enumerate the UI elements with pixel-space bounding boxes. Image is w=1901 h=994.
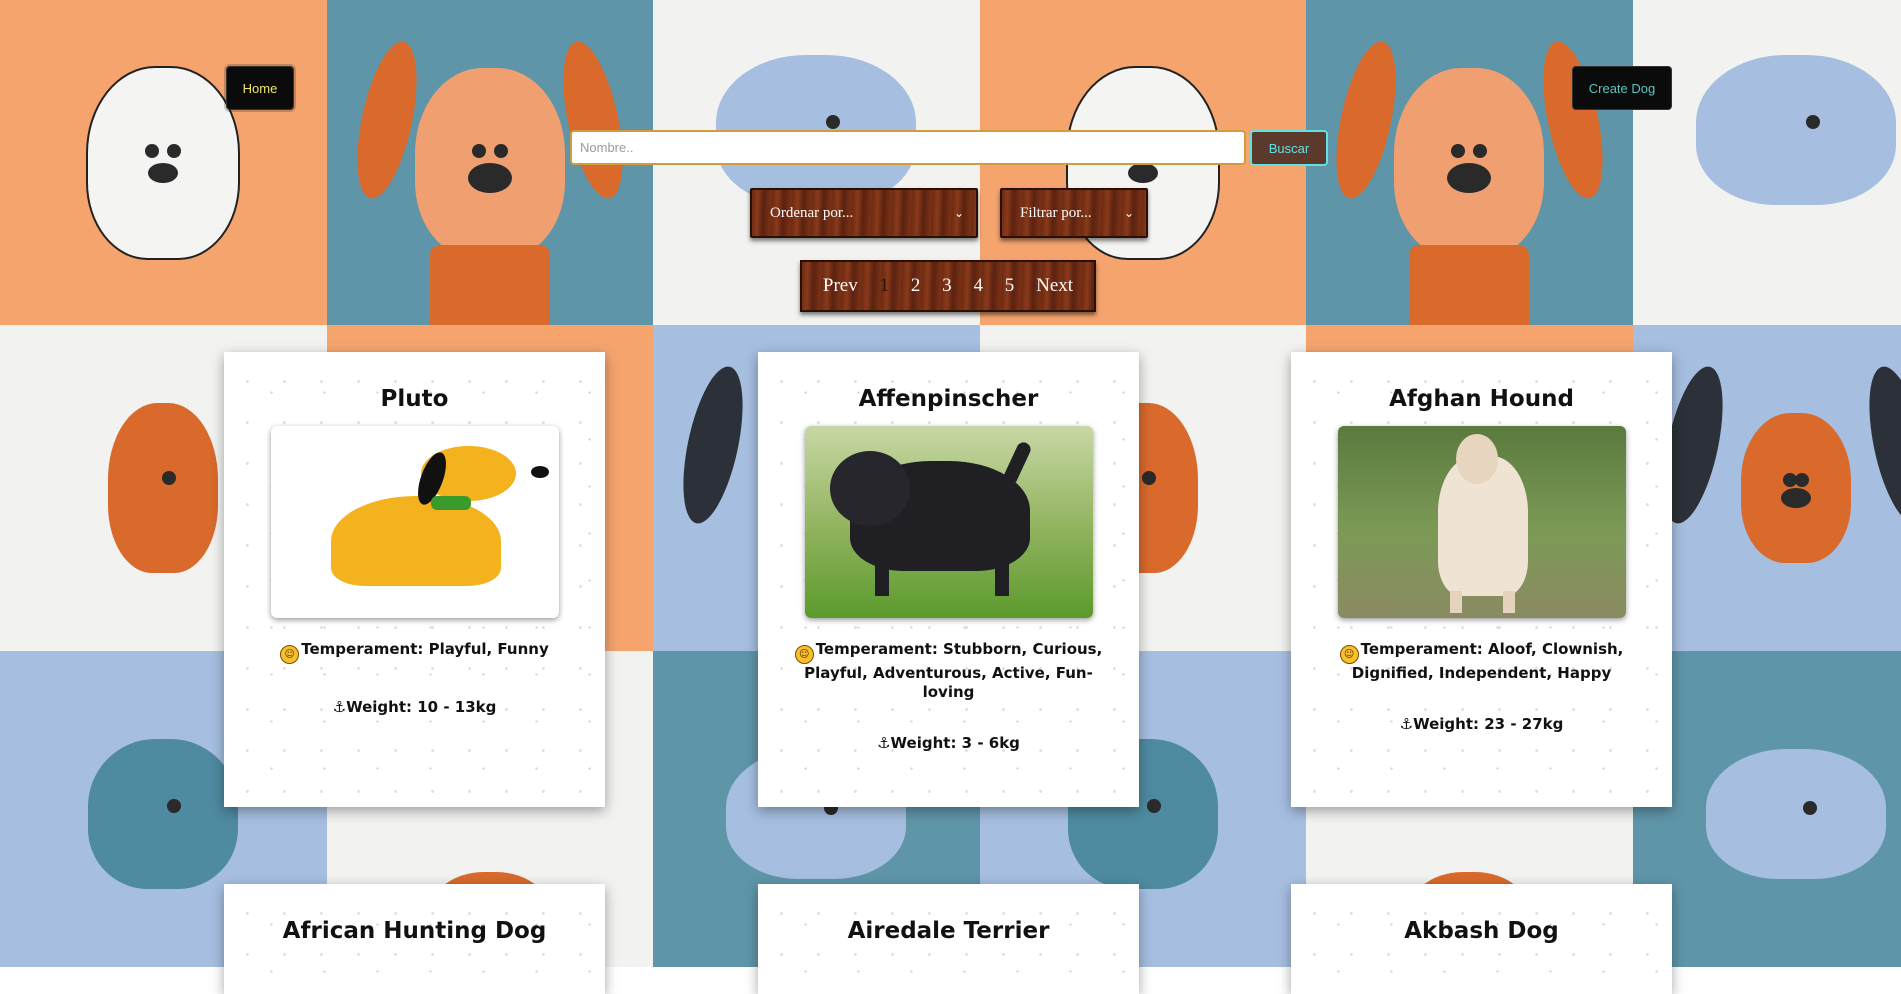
next-page-button[interactable]: Next xyxy=(1032,275,1077,297)
dog-card[interactable]: Airedale Terrier xyxy=(758,884,1139,994)
filter-select[interactable]: Filtrar por... ⌄ xyxy=(1000,188,1148,238)
page-4-button[interactable]: 4 xyxy=(969,275,987,297)
pagination: Prev 1 2 3 4 5 Next xyxy=(800,260,1096,312)
home-button[interactable]: Home xyxy=(226,66,294,110)
filter-select-label: Filtrar por... xyxy=(1020,205,1092,222)
bg-tile xyxy=(1633,325,1901,651)
weight-text: ⚓Weight: 23 - 27kg xyxy=(1291,715,1672,733)
bg-tile xyxy=(1306,0,1633,325)
weight-text: ⚓Weight: 10 - 13kg xyxy=(224,698,605,716)
smiley-icon: ☺ xyxy=(280,645,299,664)
order-select[interactable]: Ordenar por... ⌄ xyxy=(750,188,978,238)
dog-image xyxy=(1338,426,1626,618)
temperament-text: ☺Temperament: Aloof, Clownish, Dignified… xyxy=(1327,640,1636,683)
chevron-down-icon: ⌄ xyxy=(954,206,964,220)
page-5-button[interactable]: 5 xyxy=(1001,275,1019,297)
dog-name: Airedale Terrier xyxy=(758,918,1139,944)
dog-name: Pluto xyxy=(224,386,605,412)
bg-tile xyxy=(0,0,327,325)
page-3-button[interactable]: 3 xyxy=(938,275,956,297)
create-dog-button[interactable]: Create Dog xyxy=(1572,66,1672,110)
dog-card[interactable]: Akbash Dog xyxy=(1291,884,1672,994)
smiley-icon: ☺ xyxy=(1340,645,1359,664)
search-button[interactable]: Buscar xyxy=(1250,130,1328,166)
weight-icon: ⚓ xyxy=(1400,715,1413,733)
smiley-icon: ☺ xyxy=(795,645,814,664)
chevron-down-icon: ⌄ xyxy=(1124,206,1134,220)
dog-card[interactable]: African Hunting Dog xyxy=(224,884,605,994)
dog-name: Affenpinscher xyxy=(758,386,1139,412)
dog-name: African Hunting Dog xyxy=(224,918,605,944)
dog-image xyxy=(805,426,1093,618)
dog-card[interactable]: Afghan Hound ☺Temperament: Aloof, Clowni… xyxy=(1291,352,1672,807)
order-select-label: Ordenar por... xyxy=(770,205,853,222)
dog-card[interactable]: Pluto ☺Temperament: Playful, Funny ⚓Weig… xyxy=(224,352,605,807)
prev-page-button[interactable]: Prev xyxy=(819,275,862,297)
weight-text: ⚓Weight: 3 - 6kg xyxy=(758,734,1139,752)
dog-image xyxy=(271,426,559,618)
page-1-button[interactable]: 1 xyxy=(876,275,894,297)
dog-name: Afghan Hound xyxy=(1291,386,1672,412)
page-2-button[interactable]: 2 xyxy=(907,275,925,297)
temperament-text: ☺Temperament: Playful, Funny xyxy=(260,640,569,664)
temperament-text: ☺Temperament: Stubborn, Curious, Playful… xyxy=(794,640,1103,702)
search-input[interactable]: Nombre.. xyxy=(570,130,1246,165)
weight-icon: ⚓ xyxy=(877,734,890,752)
weight-icon: ⚓ xyxy=(333,698,346,716)
bg-tile xyxy=(1633,651,1901,967)
dog-card[interactable]: Affenpinscher ☺Temperament: Stubborn, Cu… xyxy=(758,352,1139,807)
bg-tile xyxy=(1633,0,1901,325)
dog-name: Akbash Dog xyxy=(1291,918,1672,944)
